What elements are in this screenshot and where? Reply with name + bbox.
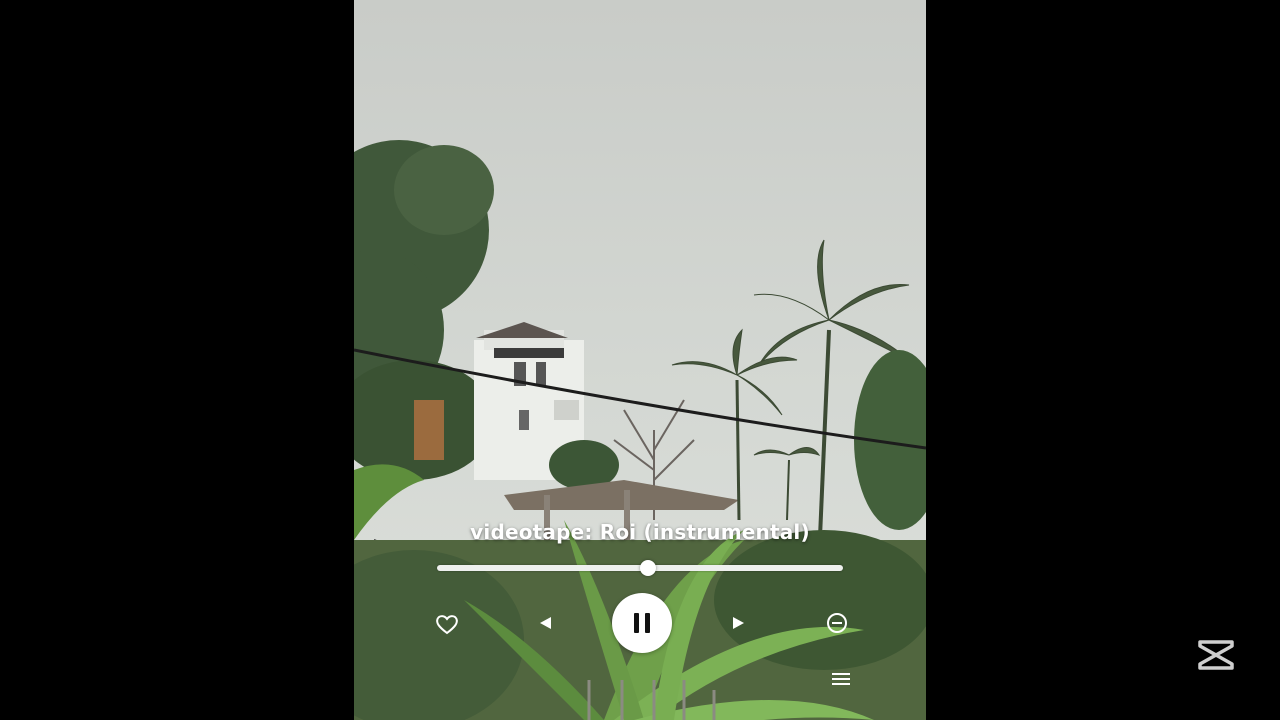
next-icon — [733, 617, 744, 629]
video-player-screen: videotape: Roi (instrumental) — [0, 0, 1280, 720]
heart-icon — [436, 615, 458, 635]
remove-button[interactable] — [826, 612, 848, 634]
play-pause-button[interactable] — [612, 593, 672, 653]
capcut-logo-icon — [1198, 640, 1234, 670]
previous-icon — [540, 617, 551, 629]
queue-button[interactable] — [830, 670, 852, 688]
video-frame[interactable]: videotape: Roi (instrumental) — [354, 0, 926, 720]
minus-circle-icon — [827, 613, 847, 633]
progress-bar[interactable] — [437, 560, 843, 576]
previous-button[interactable] — [534, 612, 556, 634]
pause-icon — [634, 613, 650, 633]
queue-icon — [832, 673, 850, 685]
next-button[interactable] — [728, 612, 750, 634]
progress-thumb[interactable] — [640, 560, 657, 576]
like-button[interactable] — [434, 611, 460, 637]
song-title: videotape: Roi (instrumental) — [470, 520, 810, 544]
